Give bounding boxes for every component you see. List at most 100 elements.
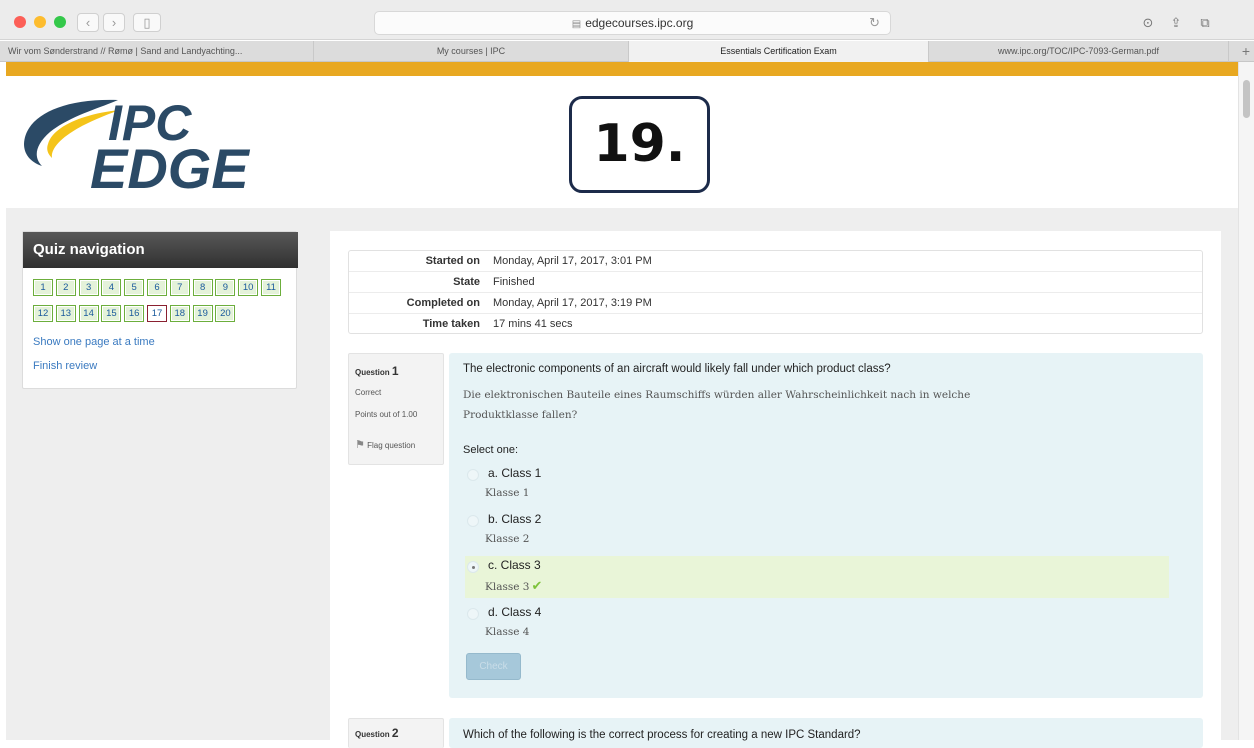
- answer-option-b[interactable]: b. Class 2 Klasse 2: [465, 510, 1169, 550]
- quiz-navigation-title: Quiz navigation: [23, 232, 298, 268]
- url-text: edgecourses.ipc.org: [585, 16, 694, 30]
- logo-text-edge: EDGE: [90, 137, 250, 192]
- quiz-nav-button-label: 1: [35, 281, 51, 294]
- quiz-nav-button-17[interactable]: 17: [147, 305, 167, 322]
- quiz-nav-button-4[interactable]: 4: [101, 279, 122, 296]
- quiz-nav-button-12[interactable]: 12: [33, 305, 53, 322]
- tabs-overview-icon[interactable]: ⧉: [1192, 13, 1218, 33]
- quiz-nav-button-20[interactable]: 20: [215, 305, 236, 322]
- quiz-nav-button-2[interactable]: 2: [55, 279, 76, 296]
- quiz-nav-button-label: 18: [171, 307, 188, 320]
- quiz-nav-button-label: 5: [126, 281, 143, 294]
- tab-bar: Wir vom Sønderstrand // Rømø | Sand and …: [0, 41, 1254, 62]
- sidebar-icon[interactable]: ▯: [133, 13, 161, 32]
- summary-key: State: [453, 276, 480, 288]
- option-label-de: Klasse 3: [485, 581, 530, 593]
- question-points: Points out of 1.00: [355, 410, 418, 419]
- quiz-nav-button-label: 6: [149, 281, 165, 294]
- radio-button[interactable]: [467, 608, 479, 620]
- quiz-nav-button-19[interactable]: 19: [192, 305, 213, 322]
- quiz-nav-button-6[interactable]: 6: [147, 279, 167, 296]
- quiz-nav-button-18[interactable]: 18: [169, 305, 190, 322]
- quiz-nav-button-label: 15: [103, 307, 120, 320]
- quiz-nav-button-label: 12: [35, 307, 51, 320]
- tab-ipc-pdf[interactable]: www.ipc.org/TOC/IPC-7093-German.pdf: [929, 41, 1229, 62]
- new-tab-icon[interactable]: +: [1242, 41, 1250, 62]
- question-number-value: 1: [391, 364, 399, 378]
- question-text-de-line: Produktklasse fallen?: [463, 409, 578, 421]
- option-label: a. Class 1: [488, 466, 542, 480]
- summary-key: Started on: [425, 255, 480, 267]
- radio-button-selected[interactable]: [467, 561, 479, 573]
- minimize-window-icon[interactable]: [34, 16, 46, 28]
- quiz-nav-button-13[interactable]: 13: [55, 305, 76, 322]
- quiz-nav-button-3[interactable]: 3: [78, 279, 99, 296]
- question-status: Correct: [355, 388, 382, 397]
- question-number-value: 2: [391, 726, 399, 740]
- quiz-nav-button-label: 8: [194, 281, 211, 294]
- quiz-nav-button-label: 11: [263, 281, 279, 294]
- question-text-en: Which of the following is the correct pr…: [463, 729, 861, 741]
- browser-toolbar: ‹ › ▯ ▤ edgecourses.ipc.org ↻ ⊙ ⇪ ⧉: [0, 0, 1254, 40]
- reload-icon[interactable]: ↻: [869, 12, 880, 34]
- check-button[interactable]: Check: [466, 653, 521, 680]
- question-number: Question 1: [355, 364, 399, 378]
- quiz-nav-button-10[interactable]: 10: [238, 279, 259, 296]
- tab-my-courses[interactable]: My courses | IPC: [314, 41, 629, 62]
- quiz-nav-button-1[interactable]: 1: [33, 279, 53, 296]
- quiz-nav-button-label: 13: [57, 307, 74, 320]
- answer-option-d[interactable]: d. Class 4 Klasse 4: [465, 603, 1169, 643]
- quiz-nav-button-label: 3: [80, 281, 97, 294]
- summary-key: Time taken: [422, 318, 480, 330]
- quiz-nav-button-8[interactable]: 8: [192, 279, 213, 296]
- downloads-icon[interactable]: ⊙: [1135, 13, 1161, 33]
- ipc-edge-logo[interactable]: IPC EDGE: [20, 92, 310, 192]
- flag-question-button[interactable]: ⚑ Flag question: [355, 438, 415, 451]
- question-number: Question 2: [355, 726, 399, 740]
- option-label: d. Class 4: [488, 605, 542, 619]
- show-one-page-link[interactable]: Show one page at a time: [33, 336, 155, 348]
- quiz-nav-button-label: 14: [80, 307, 97, 320]
- tab-essentials-exam[interactable]: Essentials Certification Exam: [629, 41, 929, 62]
- question-1-info: Question 1 Correct Points out of 1.00 ⚑ …: [348, 353, 444, 465]
- forward-icon[interactable]: ›: [103, 13, 125, 32]
- summary-row: Started on Monday, April 17, 2017, 3:01 …: [349, 251, 1202, 272]
- scrollbar-thumb[interactable]: [1243, 80, 1250, 118]
- summary-row: Completed on Monday, April 17, 2017, 3:1…: [349, 293, 1202, 314]
- quiz-nav-button-9[interactable]: 9: [215, 279, 236, 296]
- option-label-de: Klasse 4: [485, 626, 530, 638]
- quiz-nav-button-label: 7: [171, 281, 188, 294]
- address-bar[interactable]: ▤ edgecourses.ipc.org ↻: [374, 11, 891, 35]
- option-label: c. Class 3: [488, 558, 541, 572]
- finish-review-link[interactable]: Finish review: [33, 360, 97, 372]
- scrollbar[interactable]: [1238, 62, 1254, 740]
- summary-key: Completed on: [406, 297, 480, 309]
- back-icon[interactable]: ‹: [77, 13, 99, 32]
- tab-sonderstrand[interactable]: Wir vom Sønderstrand // Rømø | Sand and …: [0, 41, 314, 62]
- close-window-icon[interactable]: [14, 16, 26, 28]
- quiz-nav-button-label: 9: [217, 281, 234, 294]
- quiz-nav-button-16[interactable]: 16: [124, 305, 145, 322]
- attempt-summary-table: Started on Monday, April 17, 2017, 3:01 …: [348, 250, 1203, 334]
- radio-button[interactable]: [467, 515, 479, 527]
- quiz-nav-button-14[interactable]: 14: [78, 305, 99, 322]
- question-2-content: Which of the following is the correct pr…: [449, 718, 1203, 748]
- summary-value: Monday, April 17, 2017, 3:01 PM: [493, 255, 652, 267]
- summary-value: 17 mins 41 secs: [493, 318, 573, 330]
- answer-option-a[interactable]: a. Class 1 Klasse 1: [465, 464, 1169, 504]
- question-1-content: The electronic components of an aircraft…: [449, 353, 1203, 698]
- share-icon[interactable]: ⇪: [1163, 13, 1189, 33]
- quiz-nav-button-label: 10: [240, 281, 257, 294]
- quiz-nav-button-5[interactable]: 5: [124, 279, 145, 296]
- quiz-nav-button-11[interactable]: 11: [261, 279, 281, 296]
- select-one-label: Select one:: [463, 444, 519, 456]
- lock-icon: ▤: [571, 19, 582, 30]
- zoom-window-icon[interactable]: [54, 16, 66, 28]
- quiz-nav-button-7[interactable]: 7: [169, 279, 190, 296]
- quiz-nav-button-15[interactable]: 15: [101, 305, 122, 322]
- radio-button[interactable]: [467, 469, 479, 481]
- answer-option-c[interactable]: c. Class 3 Klasse 3 ✔: [465, 556, 1169, 598]
- option-label-de: Klasse 2: [485, 533, 530, 545]
- correct-check-icon: ✔: [531, 579, 543, 594]
- quiz-nav-button-label: 2: [57, 281, 74, 294]
